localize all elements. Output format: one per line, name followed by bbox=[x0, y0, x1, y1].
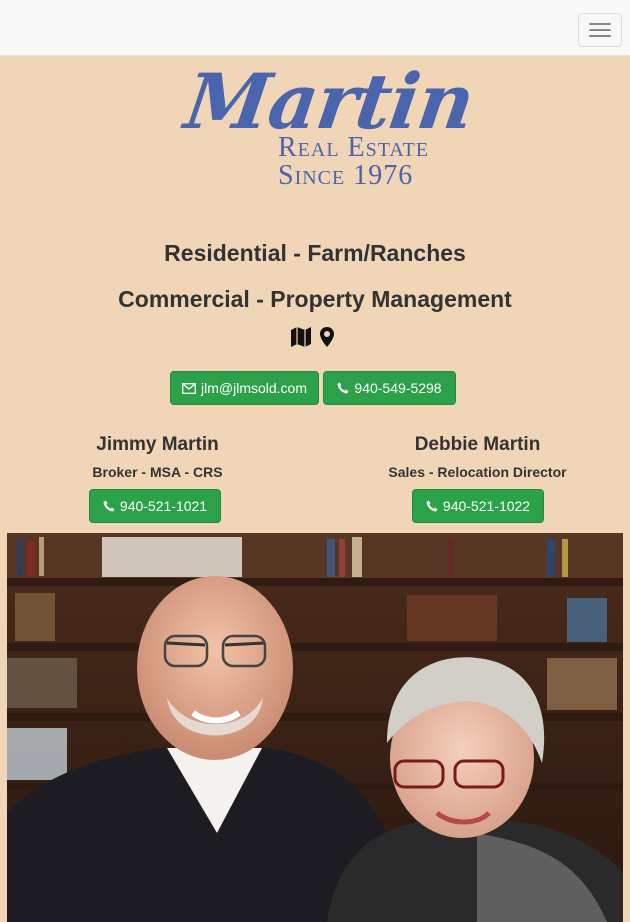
navbar bbox=[0, 0, 630, 56]
hamburger-icon bbox=[589, 35, 611, 37]
menu-toggle-button[interactable] bbox=[578, 13, 622, 47]
map-marker-icon[interactable] bbox=[320, 326, 334, 352]
debbie-phone-label: 940-521-1022 bbox=[442, 498, 531, 514]
agent-name-debbie: Debbie Martin bbox=[414, 434, 541, 455]
office-phone-label: 940-549-5298 bbox=[354, 380, 442, 396]
logo-line-since: Since 1976 bbox=[278, 160, 414, 191]
company-logo[interactable]: Martin Real Estate Since 1976 bbox=[180, 57, 479, 192]
map-icon[interactable] bbox=[290, 326, 312, 353]
phone-icon bbox=[426, 500, 438, 512]
envelope-icon bbox=[182, 382, 196, 394]
tagline-commercial: Commercial - Property Management bbox=[118, 286, 512, 312]
agent-role-jimmy: Broker - MSA - CRS bbox=[92, 464, 223, 480]
email-button[interactable]: jlm@jlmsold.com bbox=[170, 371, 319, 405]
hamburger-icon bbox=[589, 23, 611, 25]
location-icons bbox=[290, 326, 340, 353]
office-phone-button[interactable]: 940-549-5298 bbox=[323, 371, 456, 405]
phone-icon bbox=[337, 382, 349, 394]
agent-name-jimmy: Jimmy Martin bbox=[96, 434, 219, 455]
agents-photo bbox=[7, 533, 623, 922]
email-label: jlm@jlmsold.com bbox=[201, 380, 307, 396]
hamburger-icon bbox=[589, 29, 611, 31]
tagline-residential: Residential - Farm/Ranches bbox=[164, 240, 466, 266]
agent-role-debbie: Sales - Relocation Director bbox=[388, 464, 567, 480]
jimmy-phone-button[interactable]: 940-521-1021 bbox=[89, 489, 221, 523]
phone-icon bbox=[103, 500, 115, 512]
jimmy-phone-label: 940-521-1021 bbox=[119, 498, 208, 514]
logo-line-real-estate: Real Estate bbox=[278, 132, 430, 163]
debbie-phone-button[interactable]: 940-521-1022 bbox=[412, 489, 544, 523]
logo-word: Martin bbox=[179, 57, 479, 146]
